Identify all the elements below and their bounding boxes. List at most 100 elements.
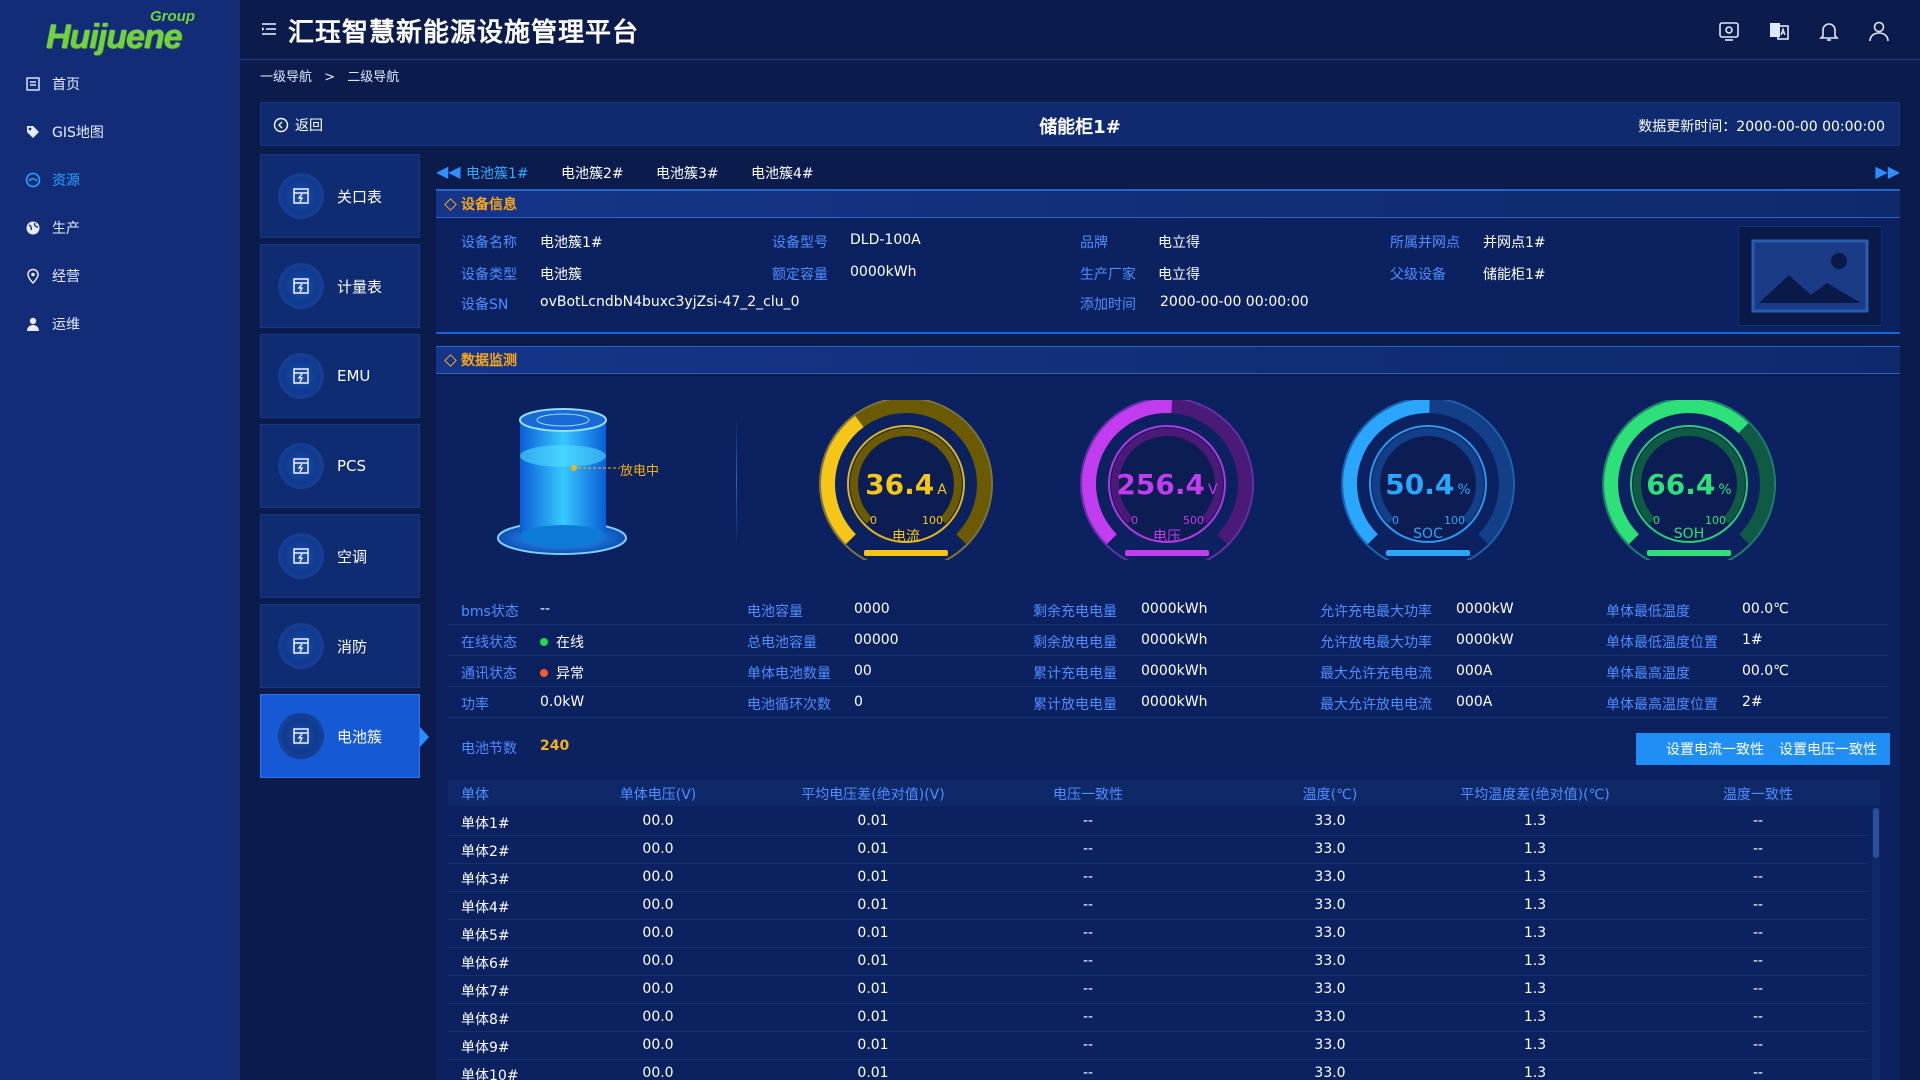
info-label: 所属并网点: [1390, 235, 1460, 251]
table-cell: 0.01: [857, 869, 889, 885]
monitor-row: 功率 0.0kW 电池循环次数 0 累计放电电量 0000kWh 最大允许放电电…: [448, 688, 1888, 718]
monitor-label: 剩余充电电量: [1033, 604, 1117, 620]
table-cell: --: [1082, 1065, 1094, 1080]
monitor-value: 0000: [854, 601, 890, 617]
device-icon: [281, 626, 321, 666]
set-voltage-consistency-button[interactable]: 设置电压一致性: [1766, 733, 1890, 765]
info-value: 储能柜1#: [1483, 267, 1546, 283]
table-cell: --: [1082, 1037, 1094, 1053]
gauge-unit: V: [1208, 482, 1218, 498]
category-label: EMU: [337, 367, 371, 385]
location-icon: [24, 267, 42, 285]
category-card-emu[interactable]: EMU: [260, 334, 420, 418]
divider: [736, 416, 737, 546]
table-cell: 1.3: [1523, 841, 1547, 857]
category-card-fire-protection[interactable]: 消防: [260, 604, 420, 688]
category-card-battery-cluster[interactable]: 电池簇: [260, 694, 429, 778]
table-cell: --: [1082, 869, 1094, 885]
monitor-label: 电池循环次数: [747, 697, 831, 713]
table-cell: 单体4#: [461, 900, 510, 916]
nav-item-gis[interactable]: GIS地图: [0, 112, 240, 152]
nav-item-operations[interactable]: 运维: [0, 304, 240, 344]
monitor-label: 功率: [461, 697, 489, 713]
breadcrumb-level-2[interactable]: 二级导航: [347, 70, 399, 85]
tab-cluster-3[interactable]: 电池簇3#: [656, 163, 719, 183]
table-cell: --: [1752, 1037, 1764, 1053]
monitor-value: 0000kWh: [1141, 694, 1208, 710]
screen-settings-icon[interactable]: [1716, 18, 1742, 44]
nav-item-home[interactable]: 首页: [0, 64, 240, 104]
device-icon: [281, 446, 321, 486]
status-dot-error: [540, 669, 548, 677]
table-cell: --: [1082, 841, 1094, 857]
category-label: 消防: [337, 637, 368, 656]
category-card-air-conditioner[interactable]: 空调: [260, 514, 420, 598]
table-cell: 00.0: [642, 981, 674, 997]
table-scroll-thumb[interactable]: [1873, 808, 1879, 858]
category-card-pcs[interactable]: PCS: [260, 424, 420, 508]
table-cell: 单体5#: [461, 928, 510, 944]
tab-cluster-4[interactable]: 电池簇4#: [751, 163, 814, 183]
gauge-number: 66.4: [1646, 468, 1716, 501]
table-cell: 33.0: [1314, 813, 1346, 829]
table-cell: 1.3: [1523, 953, 1547, 969]
monitor-value: --: [540, 601, 551, 617]
info-label: 品牌: [1080, 235, 1108, 251]
monitor-value: 0000kWh: [1141, 632, 1208, 648]
info-label: 设备型号: [772, 235, 828, 251]
gauge-value: 256.4 V: [1077, 468, 1257, 501]
table-cell: 0.01: [857, 925, 889, 941]
table-cell: --: [1082, 981, 1094, 997]
monitor-label: 电池容量: [747, 604, 803, 620]
monitor-label: bms状态: [461, 604, 519, 620]
table-cell: --: [1082, 1009, 1094, 1025]
device-icon: [281, 536, 321, 576]
translate-icon[interactable]: [1766, 18, 1792, 44]
info-value: DLD-100A: [850, 232, 921, 248]
monitor-value: 00.0℃: [1742, 663, 1789, 679]
nav-item-resource[interactable]: 资源: [0, 160, 240, 200]
data-monitor-header: 数据监测: [436, 346, 1900, 374]
table-cell: 0.01: [857, 1037, 889, 1053]
monitor-label: 最大允许充电电流: [1320, 666, 1432, 682]
nav-item-production[interactable]: 生产: [0, 208, 240, 248]
monitor-value: 在线: [556, 635, 584, 651]
category-card-meter[interactable]: 计量表: [260, 244, 420, 328]
gauge-base: [864, 550, 948, 556]
column-header: 电压一致性: [1053, 787, 1123, 803]
table-cell: 单体10#: [461, 1068, 519, 1080]
gauge-unit: A: [937, 482, 947, 498]
table-cell: 00.0: [642, 1037, 674, 1053]
table-cell: 33.0: [1314, 841, 1346, 857]
category-card-gateway-meter[interactable]: 关口表: [260, 154, 420, 238]
monitor-label: 最大允许放电电流: [1320, 697, 1432, 713]
monitor-label: 单体最低温度: [1606, 604, 1690, 620]
category-label: 计量表: [337, 277, 383, 296]
gauge-name: SOH: [1673, 526, 1705, 542]
table-row: 单体6# 00.0 0.01 -- 33.0 1.3 --: [448, 948, 1868, 976]
menu-toggle-icon[interactable]: [260, 20, 280, 40]
monitor-label: 累计充电电量: [1033, 666, 1117, 682]
breadcrumb-level-1[interactable]: 一级导航: [260, 70, 312, 85]
diamond-icon: [444, 353, 457, 367]
column-header: 平均电压差(绝对值)(V): [801, 787, 945, 803]
nav-item-business[interactable]: 经营: [0, 256, 240, 296]
tabs-prev-icon[interactable]: ◀◀: [436, 162, 461, 181]
monitor-value: 异常: [556, 666, 584, 682]
user-profile-icon[interactable]: [1866, 18, 1892, 44]
bell-icon[interactable]: [1816, 18, 1842, 44]
table-cell: --: [1752, 841, 1764, 857]
tab-cluster-1[interactable]: 电池簇1#: [466, 163, 529, 183]
device-icon: [281, 266, 321, 306]
table-cell: --: [1082, 813, 1094, 829]
tab-cluster-2[interactable]: 电池簇2#: [561, 163, 624, 183]
monitor-label: 单体最低温度位置: [1606, 635, 1718, 651]
column-header: 温度(℃): [1302, 787, 1358, 803]
brand-logo: Huijuene Group: [42, 8, 202, 58]
device-icon: [281, 716, 321, 756]
tabs-next-icon[interactable]: ▶▶: [1875, 162, 1900, 181]
nav-label: 资源: [52, 173, 80, 189]
column-header: 单体: [461, 787, 489, 803]
category-label: 关口表: [337, 187, 383, 206]
table-cell: --: [1082, 925, 1094, 941]
